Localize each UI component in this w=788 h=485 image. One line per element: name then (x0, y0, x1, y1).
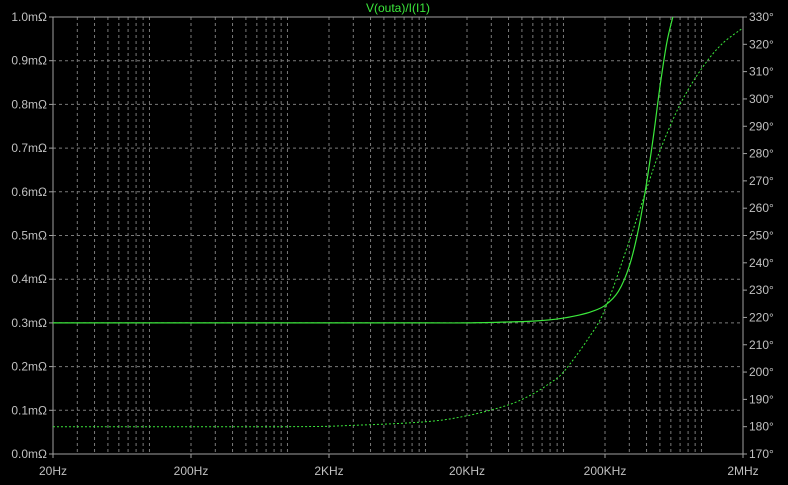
bode-plot: 20Hz 200Hz 2KHz 20KHz 200KHz 2MHz 0.0mΩ 0.1mΩ 0… (0, 0, 788, 485)
right-tick-label: 230° (749, 283, 774, 297)
right-tick-label: 270° (749, 174, 774, 188)
left-tick-label: 0.7mΩ (11, 141, 47, 155)
left-tick-label: 0.4mΩ (11, 272, 47, 286)
right-tick-label: 310° (749, 65, 774, 79)
plot-background (0, 0, 788, 485)
right-tick-label: 240° (749, 256, 774, 270)
left-tick-label: 0.3mΩ (11, 316, 47, 330)
left-tick-label: 0.5mΩ (11, 229, 47, 243)
right-tick-label: 280° (749, 147, 774, 161)
left-tick-label: 0.0mΩ (11, 447, 47, 461)
right-tick-label: 180° (749, 420, 774, 434)
right-tick-label: 200° (749, 365, 774, 379)
x-tick-label: 2MHz (727, 464, 758, 478)
right-tick-label: 300° (749, 92, 774, 106)
x-tick-label: 20Hz (39, 464, 67, 478)
right-tick-label: 210° (749, 338, 774, 352)
left-tick-label: 0.6mΩ (11, 185, 47, 199)
chart-title: V(outa)/I(I1) (366, 1, 430, 15)
left-tick-label: 0.9mΩ (11, 54, 47, 68)
right-tick-label: 290° (749, 119, 774, 133)
right-tick-label: 320° (749, 37, 774, 51)
right-tick-label: 260° (749, 201, 774, 215)
right-tick-label: 250° (749, 229, 774, 243)
right-tick-label: 170° (749, 447, 774, 461)
x-tick-label: 2KHz (314, 464, 343, 478)
x-tick-label: 200Hz (174, 464, 209, 478)
right-tick-label: 220° (749, 310, 774, 324)
left-tick-label: 0.2mΩ (11, 360, 47, 374)
left-tick-label: 1.0mΩ (11, 10, 47, 24)
x-tick-label: 20KHz (449, 464, 485, 478)
right-tick-label: 190° (749, 392, 774, 406)
right-tick-label: 330° (749, 10, 774, 24)
left-tick-label: 0.1mΩ (11, 403, 47, 417)
x-tick-label: 200KHz (584, 464, 627, 478)
left-tick-label: 0.8mΩ (11, 97, 47, 111)
